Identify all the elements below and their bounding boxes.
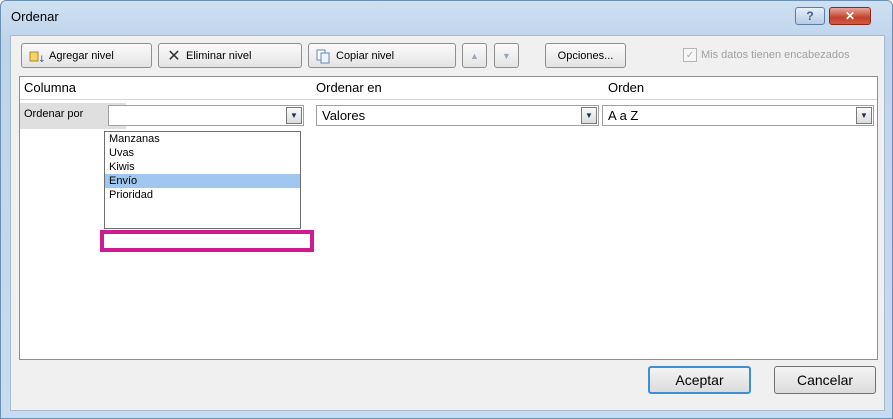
move-up-button[interactable]: ▲ (462, 43, 487, 68)
copy-level-button[interactable]: Copiar nivel (308, 43, 456, 68)
grid-header: Columna Ordenar en Orden (20, 77, 877, 100)
options-button[interactable]: Opciones... (545, 43, 626, 68)
sort-on-value: Valores (322, 108, 366, 123)
add-level-label: Agregar nivel (49, 49, 114, 62)
order-value: A a Z (608, 108, 639, 123)
dropdown-option[interactable]: Manzanas (105, 132, 300, 146)
column-dropdown-list[interactable]: Manzanas Uvas Kiwis Envío Prioridad (104, 131, 301, 229)
sort-on-combo[interactable]: Valores ▼ (316, 105, 599, 126)
delete-level-label: Eliminar nivel (186, 49, 252, 62)
header-sort-on: Ordenar en (316, 80, 382, 95)
headers-checkbox[interactable]: ✓ (683, 48, 697, 62)
column-combo[interactable]: ▼ (108, 105, 304, 126)
order-combo[interactable]: A a Z ▼ (602, 105, 874, 126)
svg-text:↓: ↓ (38, 55, 46, 64)
copy-level-label: Copiar nivel (336, 49, 395, 62)
title-bar[interactable]: Ordenar ? ✕ (1, 1, 892, 35)
copy-icon (315, 48, 333, 64)
chevron-down-icon[interactable]: ▼ (581, 107, 597, 124)
dropdown-option[interactable]: Uvas (105, 146, 300, 160)
close-button[interactable]: ✕ (829, 7, 871, 25)
cancel-button[interactable]: Cancelar (774, 366, 876, 394)
ok-button[interactable]: Aceptar (648, 366, 751, 394)
add-level-icon: ↓ (28, 48, 46, 64)
headers-checkbox-wrap[interactable]: ✓ Mis datos tienen encabezados (683, 48, 850, 62)
move-down-button[interactable]: ▼ (494, 43, 519, 68)
help-button[interactable]: ? (795, 7, 825, 25)
dialog-title: Ordenar (11, 9, 59, 24)
delete-x-icon: ✕ (167, 47, 181, 65)
dropdown-option[interactable]: Kiwis (105, 160, 300, 174)
header-column: Columna (24, 80, 77, 95)
delete-level-button[interactable]: ✕ Eliminar nivel (158, 43, 302, 68)
sort-level-row[interactable]: Ordenar por ▼ Valores ▼ A a Z ▼ (20, 103, 877, 129)
toolbar: ↓ Agregar nivel ✕ Eliminar nivel Copiar … (11, 36, 884, 74)
add-level-button[interactable]: ↓ Agregar nivel (21, 43, 152, 68)
dropdown-option[interactable]: Prioridad (105, 188, 300, 202)
chevron-down-icon[interactable]: ▼ (286, 107, 302, 124)
chevron-down-icon[interactable]: ▼ (856, 107, 872, 124)
header-order: Orden (608, 80, 645, 95)
dropdown-option-selected[interactable]: Envío (105, 174, 300, 188)
headers-checkbox-label: Mis datos tienen encabezados (701, 49, 850, 61)
